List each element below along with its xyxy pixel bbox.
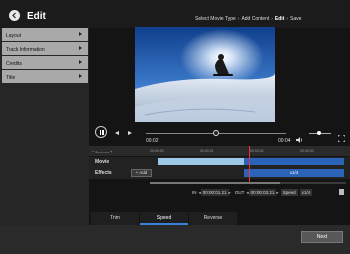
movie-track-label: Movie: [95, 159, 110, 165]
previous-frame-icon[interactable]: [115, 131, 119, 135]
chevron-right-icon: [79, 74, 82, 78]
chevron-right-icon: [79, 46, 82, 50]
speed-select[interactable]: x1/4: [299, 189, 313, 196]
in-timecode-field[interactable]: 00:00:01.21: [200, 189, 229, 196]
chevron-right-icon: [79, 60, 82, 64]
speed-label: Speed: [280, 189, 298, 196]
fullscreen-icon[interactable]: [337, 129, 346, 143]
volume-handle[interactable]: [316, 131, 321, 135]
top-bar: [0, 0, 350, 26]
sidebar-item-layout[interactable]: Layout: [2, 28, 88, 41]
current-time: 00:02: [146, 138, 159, 144]
breadcrumb-step-edit: Edit: [274, 16, 285, 22]
tab-reverse[interactable]: Reverse: [189, 212, 237, 225]
effects-track-label: Effects: [95, 170, 112, 176]
in-out-controls: IN ◂ 00:00:01.21 ▸ OUT ◂ 00:00:03.21 ▸ S…: [190, 189, 313, 196]
ruler-tick-label: 00:00:02: [250, 149, 264, 153]
chevron-right-icon: [79, 32, 82, 36]
movie-clip-selected-range[interactable]: [244, 158, 344, 165]
speed-effect-clip[interactable]: x1/4: [244, 169, 344, 177]
out-timecode-field[interactable]: 00:00:03.21: [248, 189, 277, 196]
breadcrumb-step-save: Save: [290, 16, 302, 22]
add-effect-button[interactable]: + Add: [131, 169, 152, 177]
timeline-playhead[interactable]: [249, 146, 250, 182]
back-arrow-icon[interactable]: [9, 10, 20, 21]
video-preview[interactable]: [135, 27, 275, 122]
timeline-ruler: 00:00:00 00:00:01 00:00:02 00:00:03: [150, 149, 346, 155]
breadcrumb-separator: ›: [237, 16, 240, 22]
volume-icon[interactable]: [296, 130, 303, 143]
breadcrumb-separator: ›: [271, 16, 273, 22]
timeline-zoom-slider[interactable]: − •——— +: [92, 149, 112, 154]
sidebar-item-track-information[interactable]: Track Information: [2, 42, 88, 55]
tab-trim[interactable]: Trim: [91, 212, 139, 225]
breadcrumb-step-add-content: Add Content: [241, 16, 270, 22]
sidebar-item-credits[interactable]: Credits: [2, 56, 88, 69]
sidebar: Layout Track Information Credits Title: [0, 28, 89, 225]
pause-button[interactable]: [95, 126, 107, 138]
in-label: IN: [192, 190, 197, 195]
breadcrumb-step-select-type: Select Movie Type: [195, 16, 236, 22]
breadcrumb-separator: ›: [286, 16, 289, 22]
footer-bar: [0, 225, 350, 254]
in-next-icon[interactable]: ▸: [229, 190, 231, 196]
timeline-scrollbar-thumb[interactable]: [150, 182, 280, 184]
out-next-icon[interactable]: ▸: [276, 190, 278, 196]
scrubber-handle[interactable]: [213, 130, 219, 136]
page-title: Edit: [27, 11, 46, 22]
next-frame-icon[interactable]: [128, 131, 132, 135]
ruler-tick-label: 00:00:03: [300, 149, 314, 153]
sidebar-item-label: Layout: [6, 33, 22, 39]
out-label: OUT: [234, 190, 245, 195]
sidebar-item-title[interactable]: Title: [2, 70, 88, 83]
sidebar-item-label: Credits: [6, 61, 22, 67]
next-button[interactable]: Next: [301, 231, 343, 243]
tab-speed[interactable]: Speed: [140, 212, 188, 225]
total-time: 00:04: [278, 138, 291, 144]
trash-icon[interactable]: [339, 189, 344, 195]
breadcrumb: Select Movie Type › Add Content › Edit ›…: [195, 16, 301, 22]
ruler-tick-label: 00:00:01: [200, 149, 214, 153]
sidebar-item-label: Title: [6, 75, 16, 81]
ruler-tick-label: 00:00:00: [150, 149, 164, 153]
sidebar-item-label: Track Information: [6, 47, 45, 53]
